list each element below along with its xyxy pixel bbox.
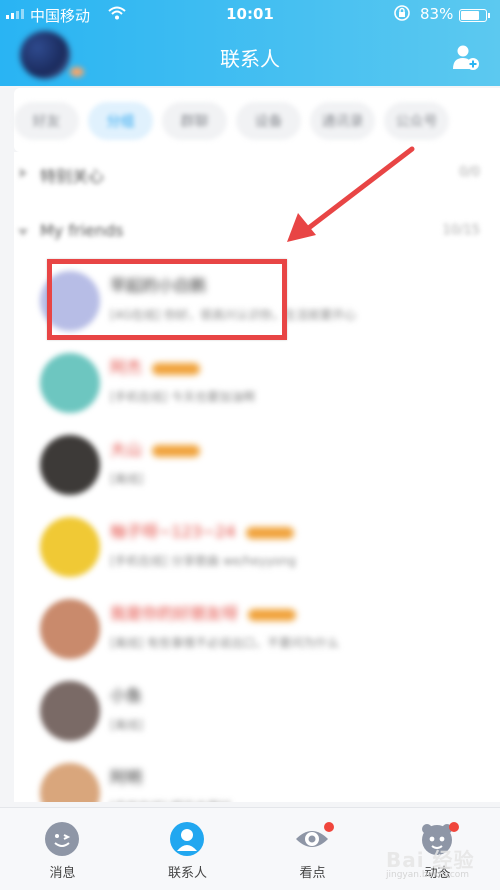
group-header[interactable]: My friends 10/15: [14, 210, 500, 258]
watermark-logo: Bai 经验 jingyan.baidu.com: [380, 844, 495, 884]
group-count: 0/0: [459, 165, 480, 180]
status-bar: 中国移动 10:01 83%: [0, 0, 500, 28]
avatar: [40, 599, 100, 659]
contact-name: 阿杰: [110, 354, 201, 378]
add-person-icon[interactable]: [452, 43, 480, 71]
group-name: 特别关心: [40, 167, 105, 186]
contact-name: 阿明: [110, 764, 142, 788]
contact-name-text: 我是你的好朋友呀: [110, 604, 239, 623]
vip-badge: [152, 362, 201, 375]
contact-name: 我是你的好朋友呀: [110, 600, 297, 624]
contact-signature: [手机在线] 今天也要加油啊: [110, 390, 256, 404]
bottom-nav-label: 消息: [49, 866, 76, 881]
tab-item[interactable]: 公众号: [384, 102, 449, 140]
contact-name-text: 小鱼: [110, 686, 143, 705]
caret-icon: [18, 229, 28, 236]
watermark-url: jingyan.baidu.com: [386, 870, 470, 880]
contact-signature: [手机在线] 明天会更好: [110, 798, 470, 802]
notification-dot: [324, 822, 334, 832]
battery-percent: 83%: [420, 5, 454, 23]
message-face-icon: [44, 821, 80, 857]
watermark-text: Bai 经验: [386, 848, 475, 872]
contact-item[interactable]: 阿杰 [手机在线] 今天也要加油啊: [14, 342, 500, 426]
contact-item[interactable]: 我是你的好朋友呀 [离线] 有些事情不必说出口，不要问为什么: [14, 588, 500, 672]
contact-item[interactable]: 大山 [离线]: [14, 424, 500, 508]
vip-badge: [152, 444, 201, 457]
avatar: [40, 517, 100, 577]
contact-name-text: 大山: [110, 440, 143, 459]
page-title: 联系人: [220, 47, 280, 71]
battery-icon: [459, 9, 490, 22]
avatar: [40, 435, 100, 495]
group-name: My friends: [40, 221, 124, 240]
contact-item[interactable]: 阿明 [手机在线] 明天会更好: [14, 752, 500, 802]
avatar: [40, 681, 100, 741]
contact-signature: [手机在线] 分享歌曲 we/heyyong: [110, 554, 296, 568]
tab-item[interactable]: 通讯录: [310, 102, 375, 140]
contact-item[interactable]: 柚子呀~123~24 [手机在线] 分享歌曲 we/heyyong: [14, 506, 500, 590]
app-header: 中国移动 10:01 83% 联系人: [0, 0, 500, 86]
vip-badge: [248, 608, 297, 621]
tab-item[interactable]: 群聊: [162, 102, 227, 140]
bottom-nav-label: 看点: [299, 866, 326, 881]
contacts-person-icon: [169, 821, 205, 857]
bottom-nav-item[interactable]: 联系人: [125, 808, 250, 890]
caret-icon: [20, 168, 27, 178]
contact-name-text: 阿明: [110, 768, 143, 787]
tab-item[interactable]: 好友: [14, 102, 79, 140]
contact-name: 柚子呀~123~24: [110, 518, 294, 542]
tab-item[interactable]: 设备: [236, 102, 301, 140]
contact-list: 特别关心 0/0 My friends 10/15 早起的小白鹅 [4G在线] 你好，很高…: [14, 152, 500, 802]
contact-item[interactable]: 小鱼 [离线]: [14, 670, 500, 754]
vip-badge: [245, 526, 294, 539]
annotation-highlight-box: [47, 259, 287, 340]
contact-signature: [离线]: [110, 718, 144, 732]
bottom-nav-label: 联系人: [167, 866, 207, 881]
group-count: 10/15: [442, 223, 480, 238]
contact-name-text: 阿杰: [110, 358, 143, 377]
contact-signature: [离线] 有些事情不必说出口，不要问为什么: [110, 636, 340, 650]
contact-name: 大山: [110, 436, 201, 460]
tab-item[interactable]: 分组: [88, 102, 153, 140]
contact-name-text: 柚子呀~123~24: [110, 522, 236, 541]
contact-name: 小鱼: [110, 682, 142, 706]
group-header[interactable]: 特别关心 0/0: [14, 152, 500, 200]
avatar: [40, 763, 100, 802]
contact-tabs: 好友 分组 群聊 设备 通讯录 公众号: [14, 102, 449, 140]
bottom-nav-item[interactable]: 看点: [250, 808, 375, 890]
contact-signature: [离线]: [110, 472, 144, 486]
rotation-lock-icon: [394, 5, 410, 21]
avatar: [40, 353, 100, 413]
notification-dot: [449, 822, 459, 832]
bottom-nav-item[interactable]: 消息: [0, 808, 125, 890]
